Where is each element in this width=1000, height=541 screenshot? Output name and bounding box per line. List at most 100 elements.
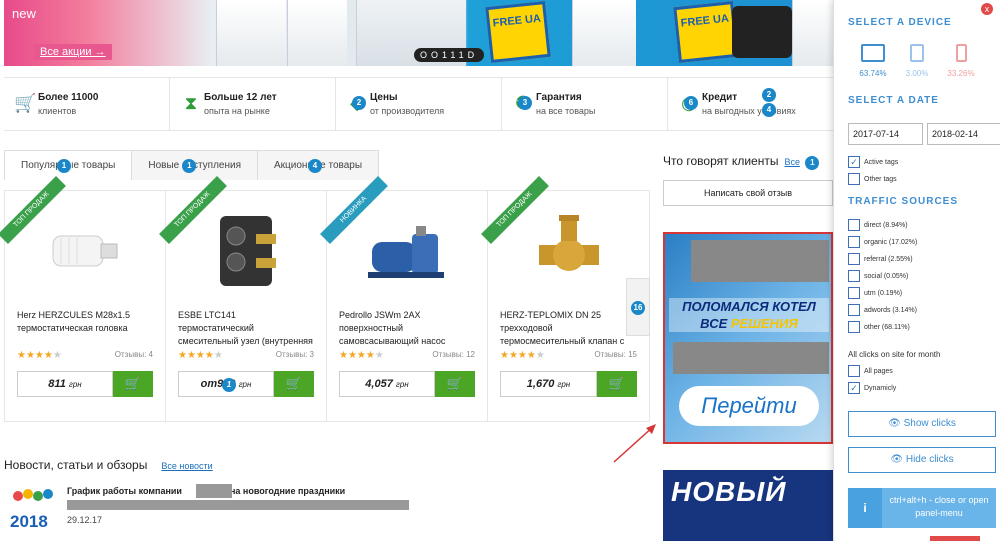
- device-mobile[interactable]: 33.26%: [946, 44, 976, 78]
- traffic-source-option[interactable]: adwords (3.14%): [848, 303, 917, 317]
- write-review-button[interactable]: Написать свой отзыв: [663, 180, 833, 206]
- checkbox-label: Dynamicly: [864, 384, 897, 392]
- product-card[interactable]: НОВИНКА Pedrollo JSWm 2AX поверхностный …: [320, 176, 488, 421]
- product-grid: ТОП ПРОДАЖ Herz HERZCULES M28x1.5 термос…: [0, 176, 650, 422]
- show-clicks-button[interactable]: 👁 Show clicks: [848, 411, 996, 437]
- add-to-cart-button[interactable]: 🛒: [597, 371, 637, 397]
- checkbox[interactable]: [848, 253, 860, 265]
- checkbox-label: Other tags: [864, 175, 897, 183]
- active-tags-option[interactable]: ✓ Active tags: [848, 155, 898, 169]
- review-count: Отзывы: 15: [594, 350, 637, 359]
- checkbox-checked[interactable]: ✓: [848, 156, 860, 168]
- checkbox[interactable]: [848, 287, 860, 299]
- checkbox[interactable]: [848, 304, 860, 316]
- desktop-icon: [861, 44, 885, 62]
- checkbox[interactable]: [848, 236, 860, 248]
- redacted-area: [691, 240, 829, 282]
- ad-go-button[interactable]: Перейти: [679, 386, 819, 426]
- tab-promotions[interactable]: Акционные товары 4: [257, 150, 380, 180]
- boiler-image: [572, 0, 636, 66]
- reviews-heading: Что говорят клиенты Все 1: [663, 154, 820, 170]
- close-icon[interactable]: x: [981, 3, 993, 15]
- date-to-input[interactable]: [927, 123, 1000, 145]
- device-desktop[interactable]: 63.74%: [858, 44, 888, 78]
- feature-guarantee: ✪ 3 Гарантияна все товары: [502, 78, 668, 130]
- news-logo-year: 2018: [10, 512, 48, 531]
- traffic-source-option[interactable]: direct (8.94%): [848, 218, 908, 232]
- other-tags-option[interactable]: Other tags: [848, 172, 897, 186]
- traffic-source-option[interactable]: social (0.05%): [848, 269, 908, 283]
- buy-row: от9, 0 грн 1 🛒: [178, 371, 314, 397]
- all-pages-option[interactable]: All pages: [848, 364, 893, 378]
- all-news-link[interactable]: Все новости: [161, 461, 212, 471]
- button-label: Hide clicks: [905, 454, 954, 465]
- clicks-label: All clicks on site for month: [848, 350, 941, 359]
- traffic-sources-heading: TRAFFIC SOURCES: [848, 196, 958, 207]
- traffic-source-option[interactable]: referral (2.55%): [848, 252, 913, 266]
- traffic-source-option[interactable]: organic (17.02%): [848, 235, 917, 249]
- buy-row: 4,057 грн 🛒: [339, 371, 475, 397]
- traffic-source-option[interactable]: utm (0.19%): [848, 286, 902, 300]
- hourglass-icon: ⧗: [184, 93, 198, 113]
- free-badge: FREE UA: [485, 1, 551, 63]
- checkbox-label: adwords (3.14%): [864, 306, 917, 314]
- info-icon: i: [848, 488, 882, 528]
- promo-banner[interactable]: new FREE UA FREE UA Все акции → OO111D: [4, 0, 833, 66]
- feature-prices: ◆ 2 Ценыот производителя: [336, 78, 502, 130]
- add-to-cart-button[interactable]: 🛒: [435, 371, 475, 397]
- tab-new-arrivals[interactable]: Новые поступления 1: [131, 150, 258, 180]
- news-item[interactable]: 2018 График работы компании на новогодние…: [10, 482, 430, 538]
- product-image[interactable]: [17, 201, 153, 301]
- product-image[interactable]: [500, 201, 637, 301]
- redacted-area: [67, 500, 409, 510]
- tab-popular[interactable]: Популярные товары 1: [4, 150, 133, 180]
- checkbox[interactable]: [848, 219, 860, 231]
- checkbox-label: organic (17.02%): [864, 238, 918, 246]
- checkbox[interactable]: [848, 270, 860, 282]
- buy-row: 1,670 грн 🛒: [500, 371, 637, 397]
- date-from-input[interactable]: [848, 123, 923, 145]
- product-price: 1,670 грн: [500, 371, 597, 397]
- news-date: 29.12.17: [67, 515, 103, 525]
- ad2-headline: НОВЫЙ: [671, 476, 787, 507]
- feature-sub: на выгодных условиях: [702, 106, 796, 116]
- product-name[interactable]: Herz HERZCULES M28x1.5 термостатическая …: [17, 309, 153, 348]
- product-rating: ★★★★★ Отзывы: 15: [500, 350, 637, 361]
- annotation-arrow-icon: [613, 424, 656, 463]
- heatmap-badge: 1: [805, 156, 820, 170]
- news-heading: Новости, статьи и обзоры Все новости: [4, 458, 213, 472]
- carousel-next-button[interactable]: 16: [626, 278, 650, 336]
- review-count: Отзывы: 3: [275, 350, 314, 359]
- checkbox[interactable]: [848, 321, 860, 333]
- product-card[interactable]: ТОП ПРОДАЖ Herz HERZCULES M28x1.5 термос…: [0, 176, 166, 421]
- checkbox-label: social (0.05%): [864, 272, 909, 280]
- traffic-source-option[interactable]: other (68.11%): [848, 320, 910, 334]
- product-name[interactable]: Pedrollo JSWm 2AX поверхностный самовсас…: [339, 309, 475, 348]
- all-reviews-link[interactable]: Все: [784, 157, 800, 167]
- product-card[interactable]: ТОП ПРОДАЖ ESBE LTC141 термостатический …: [159, 176, 327, 421]
- checkbox-checked[interactable]: ✓: [848, 382, 860, 394]
- hide-clicks-button[interactable]: 👁 Hide clicks: [848, 447, 996, 473]
- product-image[interactable]: [339, 201, 475, 301]
- star-icon-off: ★: [535, 350, 545, 361]
- device-tablet[interactable]: 3.00%: [902, 44, 932, 78]
- slider-dots[interactable]: OO111D: [414, 48, 485, 62]
- add-to-cart-button[interactable]: 🛒: [274, 371, 314, 397]
- dynamicly-option[interactable]: ✓ Dynamicly: [848, 381, 896, 395]
- product-name[interactable]: ESBE LTC141 термостатический смесительны…: [178, 309, 314, 348]
- add-to-cart-button[interactable]: 🛒: [113, 371, 153, 397]
- news-thumbnail[interactable]: 2018: [10, 486, 56, 534]
- reviews-title: Что говорят клиенты: [663, 154, 779, 168]
- all-promos-link[interactable]: Все акции →: [34, 44, 112, 60]
- product-name[interactable]: HERZ-TEPLOMIX DN 25 трехходовой термосме…: [500, 309, 637, 348]
- checkbox[interactable]: [848, 173, 860, 185]
- product-card[interactable]: ТОП ПРОДАЖ HERZ-TEPLOMIX DN 25 трехходов…: [481, 176, 649, 421]
- cart-icon: 🛒: [14, 93, 37, 113]
- feature-experience: ⧗ Больше 12 лет опыта на рынке: [170, 78, 336, 130]
- free-badge: FREE UA: [673, 1, 739, 63]
- product-image[interactable]: [178, 201, 314, 301]
- ad-banner-new[interactable]: НОВЫЙ: [663, 470, 833, 541]
- ad-banner-highlighted[interactable]: ПОЛОМАЛСЯ КОТЕЛ ВСЕ РЕШЕНИЯ Перейти: [663, 232, 833, 444]
- button-label: Show clicks: [903, 418, 956, 429]
- checkbox[interactable]: [848, 365, 860, 377]
